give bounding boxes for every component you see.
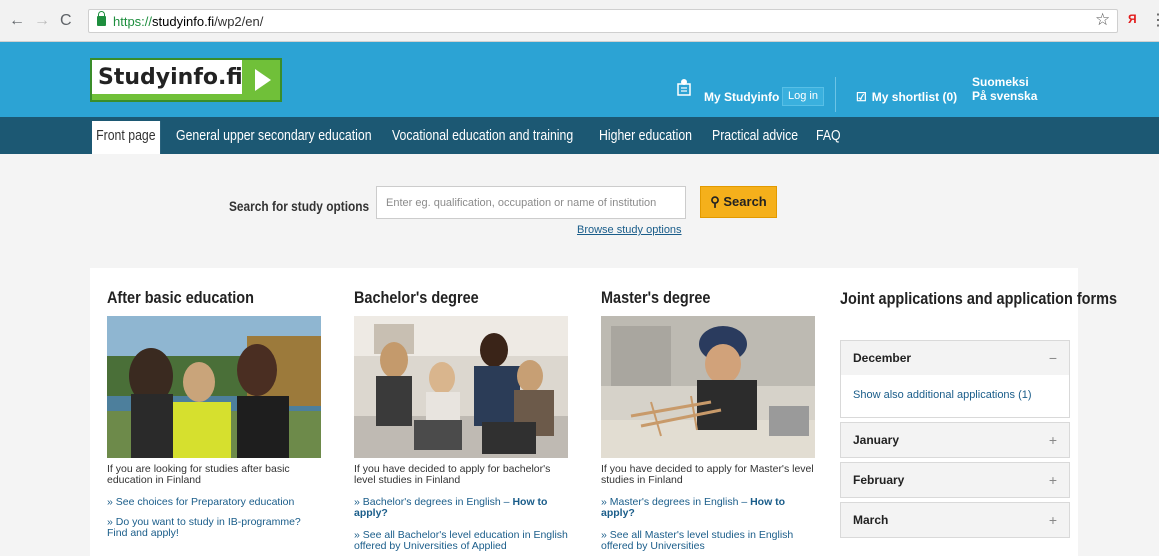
search-label: Search for study options — [229, 198, 370, 214]
forward-icon[interactable]: → — [34, 12, 50, 30]
accordion-january[interactable]: January + — [840, 422, 1070, 458]
checkbox-icon: ☑ — [856, 90, 867, 104]
url-text: https://studyinfo.fi/wp2/en/ — [113, 14, 264, 29]
bachelors-all-link[interactable]: » See all Bachelor's level education in … — [354, 530, 569, 552]
search-icon: ⚲ — [710, 194, 720, 209]
accordion-february[interactable]: February + — [840, 462, 1070, 498]
masters-all-link[interactable]: » See all Master's level studies in Engl… — [601, 530, 816, 552]
section-title[interactable]: Master's degree — [601, 288, 710, 308]
section-description: If you are looking for studies after bas… — [107, 463, 290, 486]
expand-icon[interactable]: + — [1049, 503, 1057, 537]
section-description: If you have decided to apply for bachelo… — [354, 463, 551, 486]
nav-front-page[interactable]: Front page — [92, 121, 160, 154]
nav-general-upper-secondary[interactable]: General upper secondary education — [176, 127, 372, 144]
nav-practical-advice[interactable]: Practical advice — [712, 127, 798, 144]
accordion-header[interactable]: March + — [841, 503, 1069, 537]
content-panel: After basic education If you are looking… — [90, 268, 1117, 556]
section-title[interactable]: After basic education — [107, 288, 254, 308]
accordion-march[interactable]: March + — [840, 502, 1070, 538]
preparatory-education-link[interactable]: » See choices for Preparatory education — [107, 497, 322, 508]
logo-arrow-icon — [242, 60, 280, 100]
user-document-icon — [677, 79, 691, 96]
extension-icon[interactable]: Я — [1128, 12, 1137, 26]
site-header: Studyinfo.fi My Studyinfo Log in ☑ My sho… — [0, 42, 1159, 117]
nav-vocational[interactable]: Vocational education and training — [392, 127, 573, 144]
menu-icon[interactable]: ⋮ — [1150, 10, 1159, 30]
section-title[interactable]: Bachelor's degree — [354, 288, 479, 308]
accordion-header[interactable]: January + — [841, 423, 1069, 457]
collapse-icon[interactable]: − — [1049, 341, 1057, 375]
header-divider — [835, 77, 836, 112]
my-studyinfo-link[interactable]: My Studyinfo — [704, 90, 779, 104]
shortlist-link[interactable]: ☑ My shortlist (0) — [856, 90, 957, 104]
back-icon[interactable]: ← — [9, 12, 25, 30]
section-description: If you have decided to apply for Master'… — [601, 463, 814, 486]
expand-icon[interactable]: + — [1049, 463, 1057, 497]
student-photo[interactable] — [601, 316, 815, 458]
browser-toolbar: ← → C https://studyinfo.fi/wp2/en/ ☆ Я ⋮ — [0, 0, 1159, 42]
logo[interactable]: Studyinfo.fi — [90, 58, 282, 102]
accordion-header[interactable]: February + — [841, 463, 1069, 497]
accordion-december[interactable]: December − Show also additional applicat… — [840, 340, 1070, 418]
accordion-header[interactable]: December − — [841, 341, 1069, 375]
ib-programme-link[interactable]: » Do you want to study in IB-programme? … — [107, 517, 322, 539]
lang-swedish-link[interactable]: På svenska — [972, 89, 1037, 103]
nav-faq[interactable]: FAQ — [816, 127, 841, 144]
bookmark-star-icon[interactable]: ☆ — [1095, 10, 1110, 30]
lang-finnish-link[interactable]: Suomeksi — [972, 75, 1037, 89]
lock-icon — [97, 11, 106, 26]
students-photo[interactable] — [107, 316, 321, 458]
browse-study-options-link[interactable]: Browse study options — [577, 224, 682, 236]
expand-icon[interactable]: + — [1049, 423, 1057, 457]
main-nav: Front page General upper secondary educa… — [0, 117, 1159, 154]
masters-english-link[interactable]: » Master's degrees in English – How to a… — [601, 497, 816, 519]
additional-applications-link[interactable]: Show also additional applications (1) — [841, 375, 1069, 417]
nav-higher-education[interactable]: Higher education — [599, 127, 692, 144]
search-button[interactable]: ⚲ Search — [700, 186, 777, 218]
joint-applications-title: Joint applications and application forms — [840, 289, 1117, 308]
search-input[interactable] — [376, 186, 686, 219]
reload-icon[interactable]: C — [60, 12, 72, 30]
login-button[interactable]: Log in — [782, 87, 824, 106]
address-bar[interactable]: https://studyinfo.fi/wp2/en/ — [88, 9, 1118, 33]
language-switcher: Suomeksi På svenska — [972, 75, 1037, 103]
bachelors-english-link[interactable]: » Bachelor's degrees in English – How to… — [354, 497, 569, 519]
students-photo[interactable] — [354, 316, 568, 458]
